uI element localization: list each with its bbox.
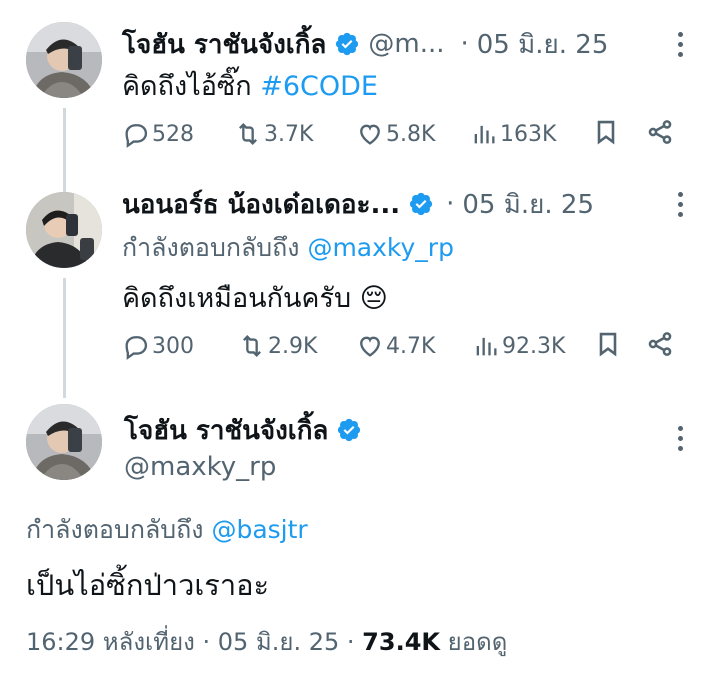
thread-line [63, 278, 66, 398]
avatar-photo [26, 404, 102, 480]
tweet-text: คิดถึงเหมือนกันครับ 😔 [122, 276, 388, 314]
reply-button[interactable]: 528 [122, 120, 234, 148]
author-handle[interactable]: @m... [368, 29, 444, 59]
share-icon [648, 332, 672, 356]
more-options-icon[interactable] [676, 32, 684, 62]
views-icon [474, 125, 495, 144]
retweet-button[interactable]: 2.9K [238, 332, 356, 360]
tweet-date[interactable]: 05 มิ.ย. 25 [462, 184, 594, 225]
reply-button[interactable]: 300 [122, 332, 238, 360]
verified-badge-icon [338, 418, 361, 442]
tweet-body: คิดถึงเหมือนกันครับ [122, 283, 352, 314]
more-options-icon[interactable] [676, 426, 684, 456]
avatar[interactable] [26, 404, 102, 480]
like-icon [360, 124, 380, 145]
tweet-time[interactable]: 16:29 หลังเที่ยง [26, 628, 195, 656]
tweet-meta: 16:29 หลังเที่ยง · 05 มิ.ย. 25 · 73.4K ย… [26, 622, 507, 656]
hashtag-link[interactable]: #6CODE [260, 71, 378, 102]
bookmark-icon [599, 332, 617, 357]
retweet-button[interactable]: 3.7K [234, 120, 356, 148]
replying-to-label: กำลังตอบกลับถึง [26, 515, 204, 544]
retweet-count: 2.9K [268, 333, 318, 359]
views-button[interactable]: 92.3K [472, 332, 594, 360]
reply-icon [125, 336, 148, 360]
verified-badge-icon [336, 32, 359, 56]
replying-to-handle[interactable]: @basjtr [211, 515, 307, 544]
tweet-date[interactable]: 05 มิ.ย. 25 [218, 628, 339, 656]
replying-to: กำลังตอบกลับถึง @maxky_rp [122, 228, 454, 262]
author-name[interactable]: โจฮัน ราชันจังเกิ้ล [124, 410, 328, 451]
share-button[interactable] [646, 118, 674, 150]
pensive-emoji: 😔 [359, 283, 388, 314]
tweet-body: เป็นไอ่ซิ้กป่าวเราอะ [26, 568, 270, 602]
reply-icon [125, 124, 148, 148]
replying-to-handle[interactable]: @maxky_rp [307, 233, 454, 262]
retweet-count: 3.7K [264, 121, 314, 147]
retweet-icon [239, 123, 257, 145]
like-count: 5.8K [386, 121, 436, 147]
tweet-body: คิดถึงไอ้ซิ๊ก [122, 71, 252, 102]
avatar-photo [26, 22, 102, 98]
author-name[interactable]: โจฮัน ราชันจังเกิ้ล [122, 24, 326, 65]
share-button[interactable] [646, 330, 674, 362]
views-count: 73.4K [362, 628, 440, 656]
replying-to-label: กำลังตอบกลับถึง [122, 233, 300, 262]
reply-count: 300 [152, 333, 194, 359]
share-icon [648, 120, 672, 144]
retweet-icon [243, 335, 261, 357]
views-count: 163K [500, 121, 557, 147]
tweet-text: คิดถึงไอ้ซิ๊ก #6CODE [122, 64, 378, 102]
views-button[interactable]: 163K [470, 120, 592, 148]
avatar[interactable] [26, 192, 102, 268]
separator-dot: · [202, 628, 211, 656]
author-name[interactable]: นอนอร์ธ น้องเด๋อเดอะ... [122, 184, 400, 225]
like-icon [360, 336, 380, 357]
views-icon [476, 337, 497, 356]
author-handle[interactable]: @maxky_rp [124, 452, 276, 486]
separator-dot: · [460, 29, 469, 59]
tweet-date[interactable]: 05 มิ.ย. 25 [477, 24, 609, 65]
like-button[interactable]: 5.8K [356, 120, 470, 148]
separator-dot: · [446, 189, 455, 219]
verified-badge-icon [410, 192, 433, 216]
views-count: 92.3K [502, 333, 566, 359]
avatar-photo [26, 192, 102, 268]
like-button[interactable]: 4.7K [356, 332, 472, 360]
bookmark-icon [597, 120, 615, 145]
more-options-icon[interactable] [676, 192, 684, 222]
thread-line [63, 108, 66, 192]
bookmark-button[interactable] [592, 118, 646, 150]
bookmark-button[interactable] [594, 330, 646, 362]
avatar[interactable] [26, 22, 102, 98]
reply-count: 528 [152, 121, 194, 147]
replying-to: กำลังตอบกลับถึง @basjtr [26, 510, 308, 544]
views-label: ยอดดู [447, 628, 508, 656]
separator-dot: · [346, 628, 355, 656]
like-count: 4.7K [386, 333, 436, 359]
